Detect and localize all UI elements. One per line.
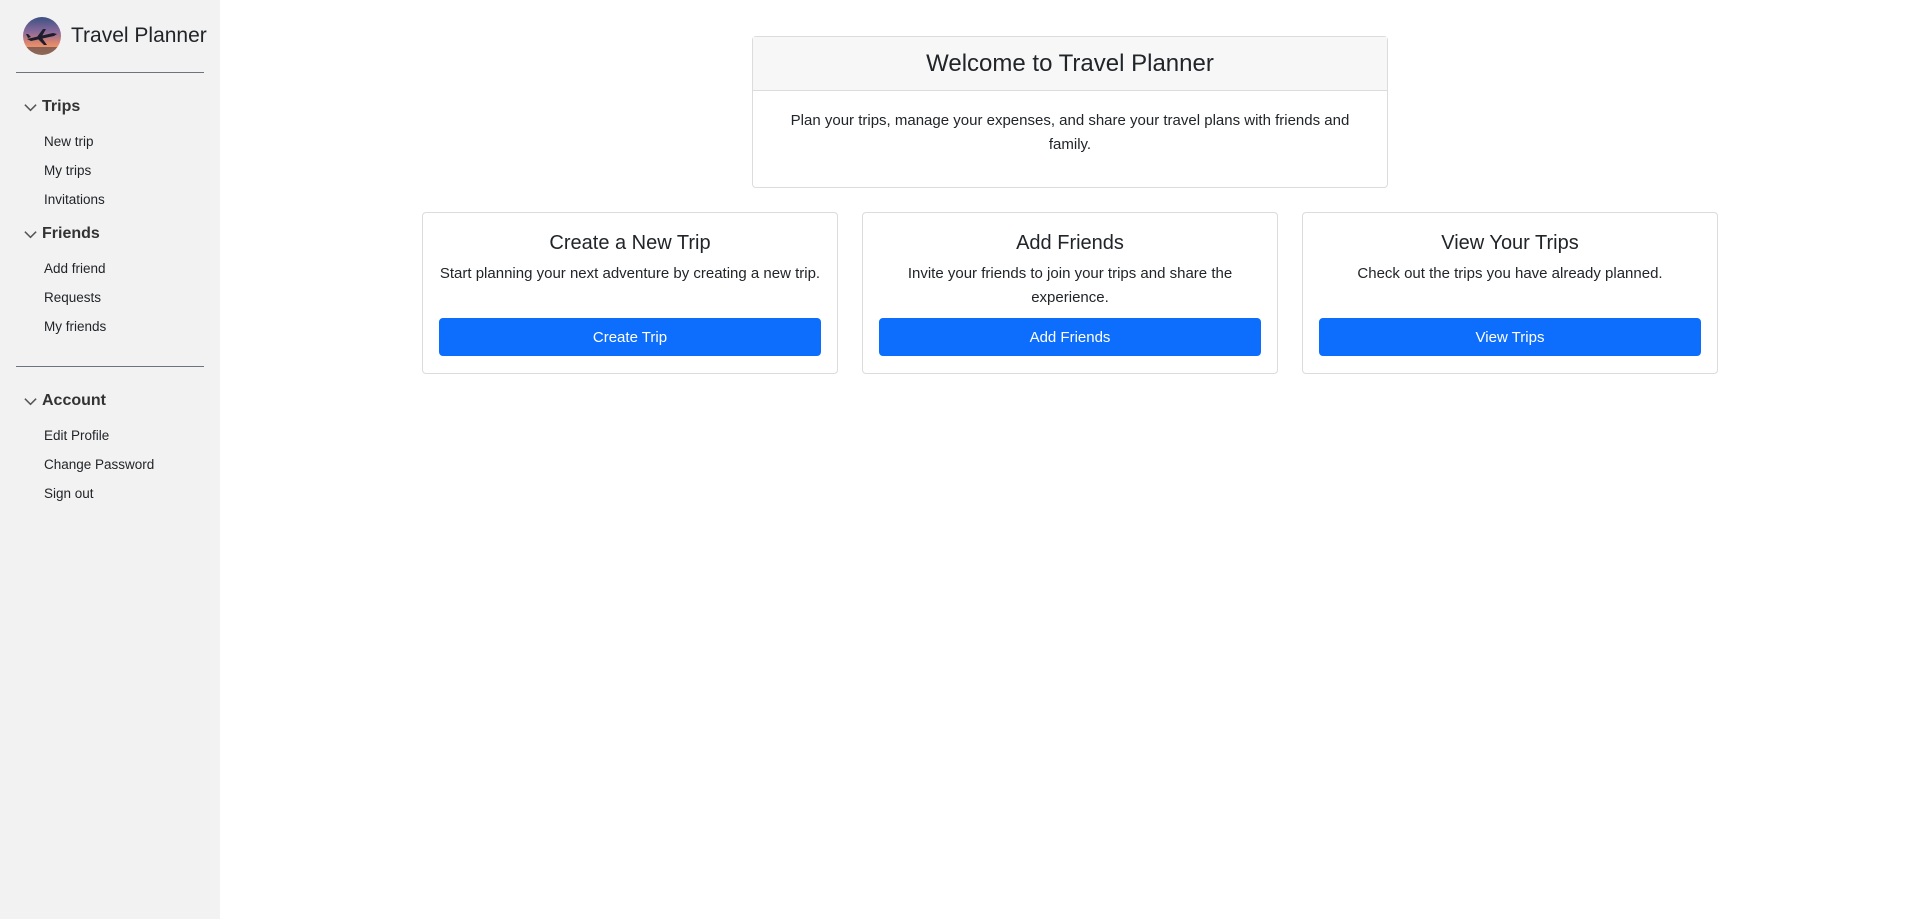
sidebar-link[interactable]: My friends <box>44 319 106 334</box>
card-title: Add Friends <box>1016 232 1124 254</box>
sidebar-item-change-password[interactable]: Change Password <box>44 450 204 479</box>
sidebar-item-invitations[interactable]: Invitations <box>44 185 204 214</box>
sidebar-section-items: Edit Profile Change Password Sign out <box>16 421 204 508</box>
main-content: Welcome to Travel Planner Plan your trip… <box>220 0 1920 919</box>
sidebar-section-friends-toggle[interactable]: Friends <box>16 224 204 244</box>
sidebar-item-sign-out[interactable]: Sign out <box>44 479 204 508</box>
card-text: Start planning your next adventure by cr… <box>439 265 821 282</box>
view-trips-button[interactable]: View Trips <box>1319 318 1701 356</box>
card-text: Check out the trips you have already pla… <box>1357 265 1663 282</box>
sidebar-link[interactable]: Sign out <box>44 486 94 501</box>
sidebar-section-trips-toggle[interactable]: Trips <box>16 97 204 117</box>
sidebar-item-edit-profile[interactable]: Edit Profile <box>44 421 204 450</box>
chevron-down-icon <box>24 397 37 405</box>
chevron-down-icon <box>24 103 37 111</box>
sidebar-link[interactable]: Edit Profile <box>44 428 109 443</box>
card-title: View Your Trips <box>1441 232 1579 254</box>
sidebar-section-items: New trip My trips Invitations <box>16 127 204 214</box>
card-view-trips: View Your Trips Check out the trips you … <box>1302 212 1718 374</box>
card-create-trip: Create a New Trip Start planning your ne… <box>422 212 838 374</box>
sidebar-section-title: Trips <box>42 98 81 115</box>
welcome-text: Plan your trips, manage your expenses, a… <box>790 112 1350 153</box>
chevron-down-icon <box>24 230 37 238</box>
sidebar: Travel Planner Trips New trip My trips I… <box>0 0 220 919</box>
sidebar-section-trips: Trips New trip My trips Invitations <box>16 97 204 214</box>
sidebar-link[interactable]: Change Password <box>44 457 154 472</box>
sidebar-section-items: Add friend Requests My friends <box>16 254 204 341</box>
app-root: Travel Planner Trips New trip My trips I… <box>0 0 1920 919</box>
brand-title: Travel Planner <box>71 24 207 47</box>
sidebar-item-add-friend[interactable]: Add friend <box>44 254 204 283</box>
welcome-title: Welcome to Travel Planner <box>753 37 1387 91</box>
card-text: Invite your friends to join your trips a… <box>907 265 1233 306</box>
sidebar-link[interactable]: Requests <box>44 290 101 305</box>
card-title: Create a New Trip <box>549 232 711 254</box>
sidebar-link[interactable]: New trip <box>44 134 94 149</box>
sidebar-item-my-friends[interactable]: My friends <box>44 312 204 341</box>
airplane-sunset-logo-icon <box>23 17 61 55</box>
brand[interactable]: Travel Planner <box>16 16 207 56</box>
sidebar-item-requests[interactable]: Requests <box>44 283 204 312</box>
sidebar-section-title: Friends <box>42 225 100 242</box>
sidebar-divider <box>16 366 204 367</box>
welcome-card: Welcome to Travel Planner Plan your trip… <box>752 36 1388 188</box>
action-cards: Create a New Trip Start planning your ne… <box>422 212 1718 374</box>
card-add-friends: Add Friends Invite your friends to join … <box>862 212 1278 374</box>
sidebar-link[interactable]: Invitations <box>44 192 105 207</box>
sidebar-section-account-toggle[interactable]: Account <box>16 391 204 411</box>
sidebar-section-friends: Friends Add friend Requests My friends <box>16 224 204 341</box>
sidebar-item-my-trips[interactable]: My trips <box>44 156 204 185</box>
sidebar-section-title: Account <box>42 392 106 409</box>
sidebar-item-new-trip[interactable]: New trip <box>44 127 204 156</box>
sidebar-divider <box>16 72 204 73</box>
create-trip-button[interactable]: Create Trip <box>439 318 821 356</box>
sidebar-link[interactable]: My trips <box>44 163 91 178</box>
add-friends-button[interactable]: Add Friends <box>879 318 1261 356</box>
sidebar-link[interactable]: Add friend <box>44 261 106 276</box>
sidebar-section-account: Account Edit Profile Change Password Sig… <box>16 391 204 508</box>
